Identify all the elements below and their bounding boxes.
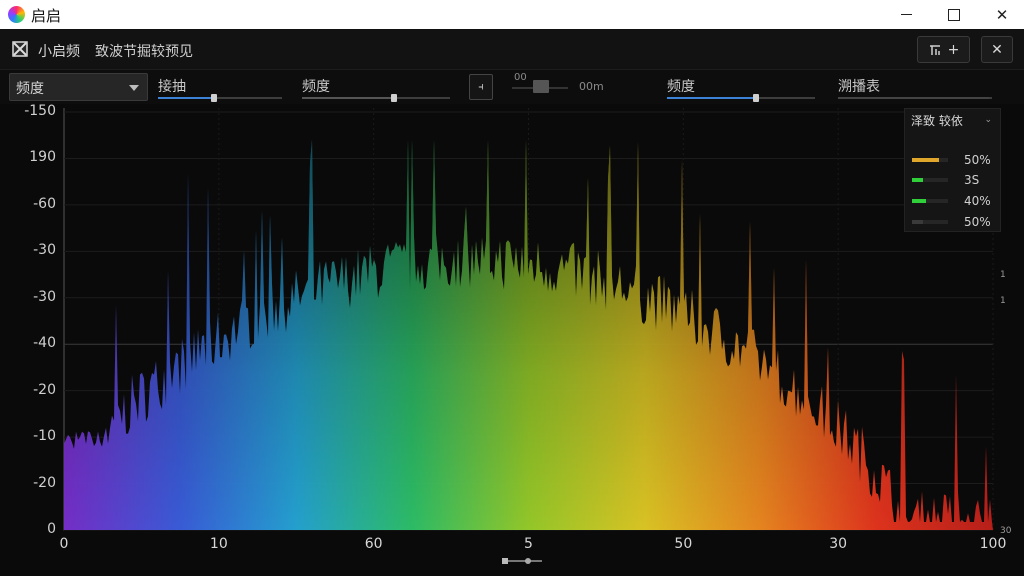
toggle-unit: 00m: [579, 80, 604, 93]
slider4-fill: [838, 97, 989, 99]
legend-title: 泽致 较依: [911, 114, 963, 128]
y-tick-label: -10: [33, 428, 56, 445]
legend-value: 40%: [964, 194, 991, 208]
legend-value: 50%: [964, 215, 991, 229]
slider3-fill: [667, 97, 756, 99]
y-tick-label: -40: [33, 335, 56, 352]
minimize-icon: [900, 14, 912, 15]
app-logo-icon: [12, 41, 28, 61]
pin-button[interactable]: ⫞: [469, 74, 493, 100]
x-tick-label: 5: [524, 536, 533, 552]
slider2[interactable]: [302, 94, 450, 102]
spectrum-chart: -150 190 -60 -30 -30 -40 -20 -10 -20 0 0 10 60 5 50 30…: [0, 103, 1024, 576]
legend-bar-fill: [912, 199, 927, 203]
right-tick-label: 30: [1000, 526, 1012, 536]
legend-bar: [912, 178, 948, 182]
legend-row[interactable]: 50%: [912, 153, 998, 167]
app-name: 小启频: [38, 44, 80, 60]
spectrum-plot: [63, 108, 994, 531]
settings-icon: [929, 44, 940, 55]
legend-panel[interactable]: 泽致 较依 ⌄ 50% 3S 40% 50%: [904, 108, 1001, 232]
close-icon: ✕: [991, 41, 1003, 58]
chevron-down-icon: [129, 85, 139, 91]
toggle-small-label: 00: [514, 72, 527, 83]
controls-bar: 频度 接抽 频度 ⫞ 00 00m 频度 溯播表: [0, 70, 1024, 104]
window-title: 启启: [31, 7, 62, 25]
y-tick-label: 0: [47, 521, 56, 537]
x-tick-label: 60: [364, 536, 383, 552]
y-tick-label: -150: [24, 103, 56, 119]
slider4[interactable]: [838, 97, 992, 99]
y-tick-label: -60: [33, 195, 56, 212]
right-tick-label: 1: [1000, 270, 1006, 280]
right-tick-label: 1: [1000, 296, 1006, 306]
slider3-thumb[interactable]: [752, 94, 759, 102]
close-panel-button[interactable]: ✕: [981, 36, 1013, 63]
slider1[interactable]: [158, 94, 282, 102]
x-tick-label: 100: [979, 536, 1007, 552]
window-titlebar: 启启 ✕: [0, 0, 1024, 29]
legend-row[interactable]: 50%: [912, 215, 998, 229]
legend-bar: [912, 199, 948, 203]
chevron-down-icon[interactable]: ⌄: [984, 115, 992, 125]
legend-bar-fill: [912, 178, 923, 182]
x-tick-label: 0: [59, 536, 69, 552]
legend-bar: [912, 220, 948, 224]
app-header: 小启频 致波节掘较预见 + ✕: [0, 29, 1024, 70]
toggle-thumb[interactable]: [533, 80, 549, 93]
legend-value: 3S: [964, 173, 980, 187]
slider2-label: 频度: [302, 79, 330, 95]
legend-value: 50%: [964, 153, 991, 167]
x-tick-label: 50: [674, 536, 693, 552]
y-tick-label: -30: [33, 242, 56, 259]
slider3[interactable]: [667, 94, 815, 102]
x-tick-label: 30: [829, 536, 848, 552]
app-icon: [8, 6, 25, 23]
slider1-thumb[interactable]: [210, 94, 217, 102]
maximize-icon: [948, 8, 960, 21]
add-label: +: [947, 41, 960, 58]
add-panel-button[interactable]: +: [917, 36, 970, 63]
legend-bar-fill: [912, 158, 939, 162]
app-subtitle: 致波节掘较预见: [95, 44, 193, 60]
pin-icon: ⫞: [478, 80, 484, 93]
legend-bar: [912, 158, 948, 162]
y-tick-label: -30: [33, 288, 56, 305]
legend-bar-fill: [912, 220, 923, 224]
slider4-label: 溯播表: [838, 79, 880, 95]
minimize-button[interactable]: [882, 0, 930, 29]
close-window-button[interactable]: ✕: [978, 0, 1024, 29]
y-tick-label: -20: [33, 474, 56, 491]
mode-select-value: 频度: [16, 81, 44, 97]
slider1-fill: [158, 97, 214, 99]
slider1-label: 接抽: [158, 79, 186, 95]
slider2-fill: [302, 97, 394, 99]
close-icon: ✕: [995, 5, 1009, 24]
legend-row[interactable]: 3S: [912, 173, 998, 187]
slider2-thumb[interactable]: [390, 94, 397, 102]
mode-select[interactable]: 频度: [9, 73, 148, 101]
legend-row[interactable]: 40%: [912, 194, 998, 208]
scroll-handle[interactable]: [502, 557, 542, 565]
slider3-label: 频度: [667, 79, 695, 95]
x-tick-label: 10: [209, 536, 228, 552]
y-tick-label: -20: [33, 381, 56, 398]
maximize-button[interactable]: [930, 0, 978, 29]
y-tick-label: 190: [29, 149, 56, 166]
